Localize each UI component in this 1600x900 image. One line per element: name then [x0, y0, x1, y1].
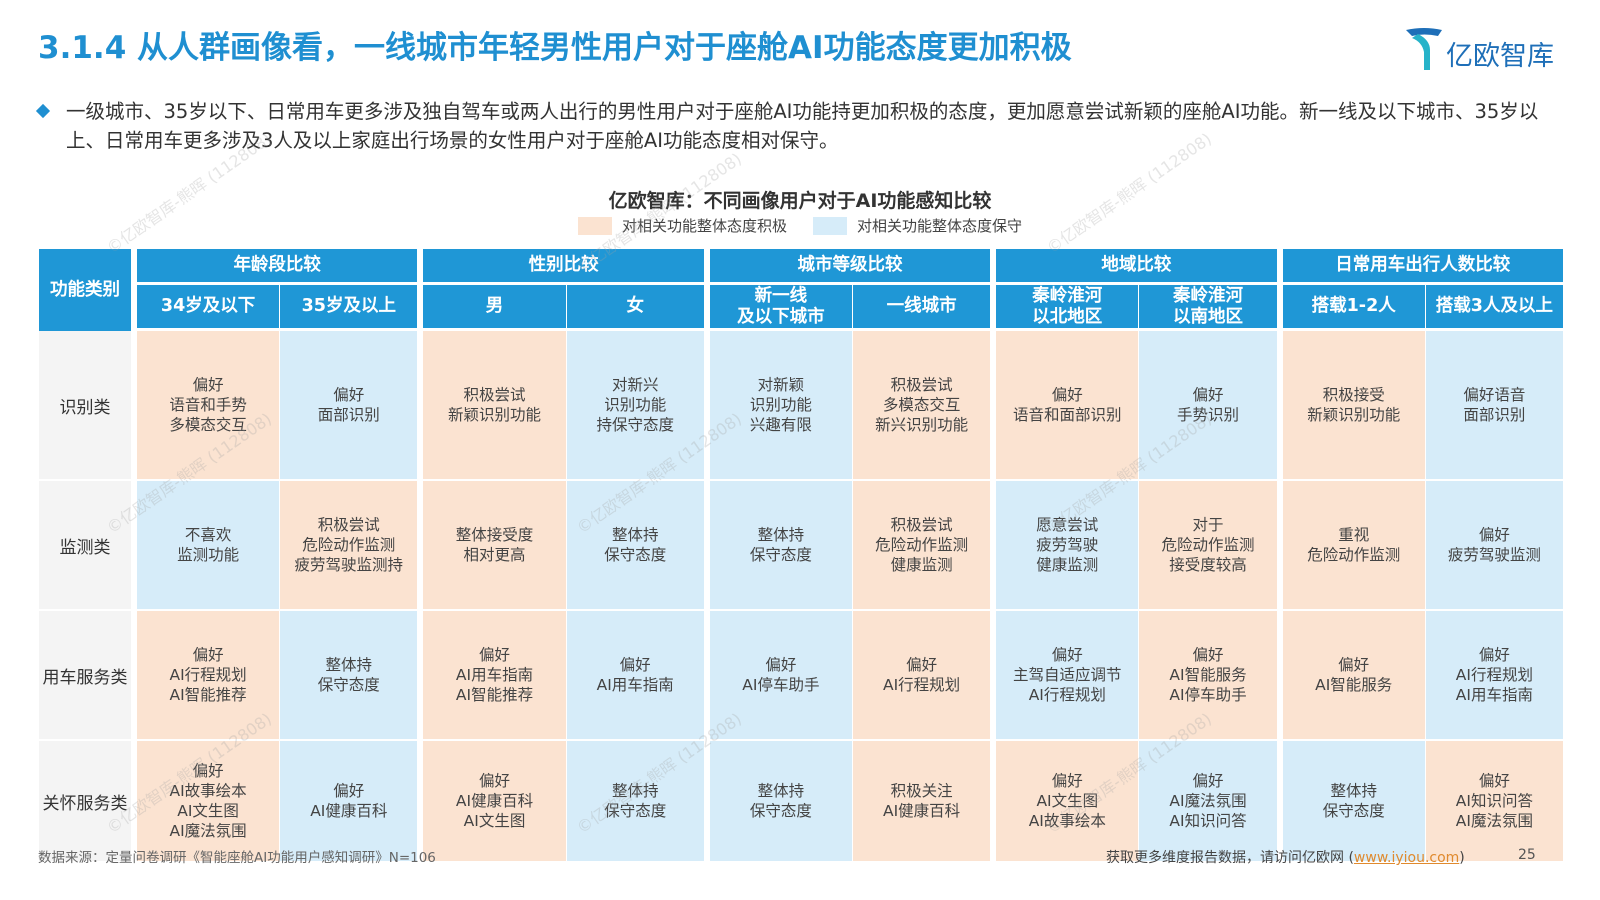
- table-cell: 偏好 语音和手势 多模态交互: [137, 331, 281, 481]
- sub-header: 秦岭淮河 以北地区: [996, 285, 1140, 331]
- table-cell: 对新兴 识别功能 持保守态度: [566, 331, 710, 481]
- table-cell: 偏好 AI智能服务: [1282, 611, 1426, 741]
- legend-label-conservative: 对相关功能整体态度保守: [857, 217, 1023, 235]
- table-cell: 偏好 手势识别: [1139, 331, 1283, 481]
- table-cell: 偏好 AI健康百科 AI文生图: [423, 741, 567, 863]
- table-cell: 积极尝试 危险动作监测 疲劳驾驶监测持: [280, 481, 424, 611]
- sub-header: 搭载3人及以上: [1425, 285, 1569, 331]
- table-cell: 偏好 疲劳驾驶监测: [1425, 481, 1569, 611]
- group-header: 城市等级比较: [709, 249, 997, 285]
- group-header: 日常用车出行人数比较: [1282, 249, 1569, 285]
- table-cell: 整体持 保守态度: [1282, 741, 1426, 863]
- table-cell: 偏好 主驾自适应调节 AI行程规划: [996, 611, 1140, 741]
- row-label: 识别类: [39, 331, 137, 481]
- footer-close: ): [1459, 850, 1465, 866]
- table-cell: 愿意尝试 疲劳驾驶 健康监测: [996, 481, 1140, 611]
- table-cell: 积极关注 AI健康百科: [852, 741, 997, 863]
- table-cell: 偏好 AI行程规划: [852, 611, 997, 741]
- table-cell: 偏好 面部识别: [280, 331, 424, 481]
- table-cell: 偏好 AI故事绘本 AI文生图 AI魔法氛围: [137, 741, 281, 863]
- table-cell: 对于 危险动作监测 接受度较高: [1139, 481, 1283, 611]
- brand-logo: 亿欧智库: [1402, 24, 1572, 76]
- table-cell: 积极尝试 新颖识别功能: [423, 331, 567, 481]
- table-corner-header: 功能类别: [39, 249, 137, 331]
- table-cell: 整体持 保守态度: [709, 481, 853, 611]
- table-cell: 偏好 AI智能服务 AI停车助手: [1139, 611, 1283, 741]
- sub-header: 34岁及以下: [137, 285, 281, 331]
- footer-text: 获取更多维度报告数据，请访问亿欧网 (: [1106, 850, 1354, 866]
- group-header: 性别比较: [423, 249, 710, 285]
- chart-title: 亿欧智库：不同画像用户对于AI功能感知比较: [608, 190, 992, 212]
- legend-item-positive: 对相关功能整体态度积极: [577, 215, 787, 236]
- table-cell: 偏好 AI用车指南: [566, 611, 710, 741]
- table-cell: 重视 危险动作监测: [1282, 481, 1426, 611]
- table-cell: 不喜欢 监测功能: [137, 481, 281, 611]
- table-cell: 对新颖 识别功能 兴趣有限: [709, 331, 853, 481]
- summary-text: 一级城市、35岁以下、日常用车更多涉及独自驾车或两人出行的男性用户对于座舱AI功…: [66, 100, 1539, 152]
- group-header: 年龄段比较: [137, 249, 424, 285]
- table-cell: 偏好 AI行程规划 AI智能推荐: [137, 611, 281, 741]
- row-label: 监测类: [39, 481, 137, 611]
- sub-header: 新一线 及以下城市: [709, 285, 853, 331]
- table-cell: 偏好 AI知识问答 AI魔法氛围: [1425, 741, 1569, 863]
- data-source: 数据来源：定量问卷调研《智能座舱AI功能用户感知调研》N=106: [38, 850, 436, 866]
- sub-header: 秦岭淮河 以南地区: [1139, 285, 1283, 331]
- table-cell: 积极尝试 多模态交互 新兴识别功能: [852, 331, 997, 481]
- page-title: 3.1.4 从人群画像看，一线城市年轻男性用户对于座舱AI功能态度更加积极: [38, 30, 1072, 66]
- brand-name: 亿欧智库: [1446, 41, 1554, 72]
- diamond-bullet-icon: [35, 103, 51, 119]
- legend: 对相关功能整体态度积极 对相关功能整体态度保守: [0, 215, 1600, 236]
- sub-header: 35岁及以上: [280, 285, 424, 331]
- page-number: 25: [1518, 847, 1536, 863]
- footer-note: 获取更多维度报告数据，请访问亿欧网 (www.iyiou.com): [1106, 847, 1465, 867]
- row-label: 关怀服务类: [39, 741, 137, 863]
- table-cell: 偏好语音 面部识别: [1425, 331, 1569, 481]
- table-cell: 偏好 AI健康百科: [280, 741, 424, 863]
- summary-bullet: 一级城市、35岁以下、日常用车更多涉及独自驾车或两人出行的男性用户对于座舱AI功…: [35, 97, 1568, 155]
- table-cell: 整体接受度 相对更高: [423, 481, 567, 611]
- sub-header: 男: [423, 285, 567, 331]
- legend-item-conservative: 对相关功能整体态度保守: [813, 215, 1022, 236]
- table-cell: 偏好 AI行程规划 AI用车指南: [1425, 611, 1569, 741]
- table-cell: 偏好 AI文生图 AI故事绘本: [996, 741, 1140, 863]
- table-cell: 偏好 AI停车助手: [709, 611, 853, 741]
- row-label: 用车服务类: [39, 611, 137, 741]
- table-cell: 积极接受 新颖识别功能: [1282, 331, 1426, 481]
- table-cell: 整体持 保守态度: [566, 481, 710, 611]
- comparison-table: 功能类别 年龄段比较 性别比较 城市等级比较 地域比较 日常用车出行人数比较 34岁及以下 3…: [39, 249, 1569, 863]
- legend-swatch-positive: [577, 216, 612, 235]
- sub-header: 搭载1-2人: [1282, 285, 1426, 331]
- table-cell: 偏好 AI魔法氛围 AI知识问答: [1139, 741, 1283, 863]
- table-cell: 偏好 AI用车指南 AI智能推荐: [423, 611, 567, 741]
- table-cell: 整体持 保守态度: [280, 611, 424, 741]
- table-cell: 整体持 保守态度: [709, 741, 853, 863]
- legend-label-positive: 对相关功能整体态度积极: [621, 217, 787, 235]
- group-header: 地域比较: [996, 249, 1283, 285]
- table-cell: 偏好 语音和面部识别: [996, 331, 1140, 481]
- sub-header: 一线城市: [852, 285, 997, 331]
- table-cell: 整体持 保守态度: [566, 741, 710, 863]
- legend-swatch-conservative: [813, 216, 847, 235]
- table-cell: 积极尝试 危险动作监测 健康监测: [852, 481, 997, 611]
- footer-link[interactable]: www.iyiou.com: [1354, 850, 1459, 866]
- logo-icon: [1406, 28, 1442, 70]
- sub-header: 女: [566, 285, 710, 331]
